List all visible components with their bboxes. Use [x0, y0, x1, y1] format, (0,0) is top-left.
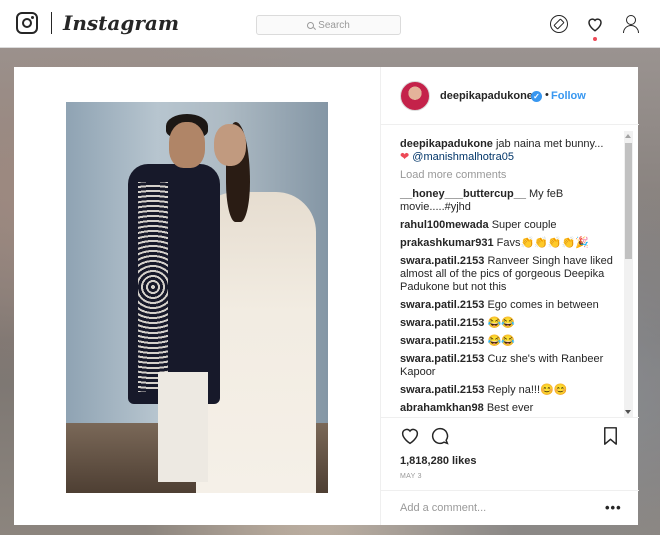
photo-woman-head: [214, 124, 246, 166]
like-heart-icon[interactable]: [400, 427, 420, 445]
more-options-icon[interactable]: •••: [605, 500, 622, 515]
header-separator: •: [545, 89, 549, 101]
comment-username[interactable]: swara.patil.2153: [400, 299, 484, 311]
comment-item: swara.patil.2153 Cuz she's with Ranbeer …: [400, 353, 622, 379]
comments-section[interactable]: deepikapadukone jab naina met bunny... ❤…: [381, 125, 639, 417]
comment-text: Super couple: [491, 219, 557, 231]
instagram-wordmark[interactable]: Instagram: [63, 10, 179, 36]
caption-mention[interactable]: @manishmalhotra05: [412, 151, 514, 163]
load-more-comments-button[interactable]: Load more comments: [400, 169, 622, 181]
add-comment-placeholder: Add a comment...: [400, 502, 487, 514]
search-placeholder: Search: [318, 19, 350, 31]
caption-username[interactable]: deepikapadukone: [400, 138, 493, 150]
post-author-username[interactable]: deepikapadukone: [440, 90, 533, 102]
post-modal: deepikapadukone ✓ • Follow deepikapaduko…: [14, 67, 639, 525]
comment-item: __honey___buttercup__ My feB movie.....#…: [400, 188, 622, 214]
photo-man-kurta: [158, 372, 208, 482]
comment-username[interactable]: abrahamkhan98: [400, 402, 484, 414]
caption-text: jab naina met bunny...: [495, 138, 604, 150]
activity-heart-icon[interactable]: [586, 15, 604, 33]
comments-scrollbar[interactable]: [624, 131, 633, 417]
bookmark-icon[interactable]: [602, 427, 619, 445]
add-comment-field[interactable]: Add a comment... •••: [381, 490, 639, 523]
photo-man-head: [169, 122, 205, 168]
comment-item: rahul100mewada Super couple: [400, 219, 622, 232]
logo-divider: [51, 12, 52, 34]
comment-username[interactable]: swara.patil.2153: [400, 335, 484, 347]
comment-text: 😂😂: [487, 317, 515, 329]
comment-item: prakashkumar931 Favs👏👏👏👏🎉: [400, 237, 622, 250]
comment-username[interactable]: swara.patil.2153: [400, 317, 484, 329]
instagram-logo-icon[interactable]: [16, 12, 38, 34]
comment-item: swara.patil.2153 😂😂: [400, 335, 622, 348]
scroll-up-arrow-icon[interactable]: [625, 134, 631, 138]
post-side-panel: deepikapadukone ✓ • Follow deepikapaduko…: [380, 67, 639, 525]
comment-text: Best ever: [486, 402, 534, 414]
follow-button[interactable]: Follow: [551, 90, 586, 102]
comment-item: swara.patil.2153 Reply na!!!😊😊: [400, 384, 622, 397]
post-actions: 1,818,280 likes MAY 3 Add a comment... •…: [381, 417, 639, 522]
comment-username[interactable]: __honey___buttercup__: [400, 188, 526, 200]
like-count[interactable]: 1,818,280 likes: [400, 455, 476, 467]
comment-item: abrahamkhan98 Best ever: [400, 402, 622, 415]
caption: deepikapadukone jab naina met bunny... ❤…: [400, 138, 622, 164]
comment-username[interactable]: rahul100mewada: [400, 219, 489, 231]
post-date: MAY 3: [400, 473, 422, 480]
verified-badge-icon: ✓: [531, 91, 542, 102]
comment-username[interactable]: swara.patil.2153: [400, 353, 484, 365]
top-navigation-bar: Instagram Search: [0, 0, 660, 48]
comment-list: deepikapadukone jab naina met bunny... ❤…: [400, 138, 622, 417]
comment-text: Favs👏👏👏👏🎉: [496, 237, 589, 249]
avatar[interactable]: [400, 81, 430, 111]
comment-item: swara.patil.2153 Ego comes in between: [400, 299, 622, 312]
comment-text: 😂😂: [487, 335, 515, 347]
comment-item: swara.patil.2153 😂😂: [400, 317, 622, 330]
caption-heart-icon: ❤: [400, 151, 410, 163]
comment-text: Reply na!!!😊😊: [487, 384, 568, 396]
scroll-down-arrow-icon[interactable]: [625, 410, 631, 414]
scrollbar-thumb[interactable]: [625, 143, 632, 259]
comment-item: swara.patil.2153 Ranveer Singh have like…: [400, 255, 622, 294]
comment-username[interactable]: prakashkumar931: [400, 237, 494, 249]
post-header: deepikapadukone ✓ • Follow: [381, 67, 639, 125]
profile-icon[interactable]: [622, 15, 640, 33]
compass-icon[interactable]: [550, 15, 568, 33]
search-input[interactable]: Search: [256, 15, 401, 35]
post-photo[interactable]: [66, 102, 328, 493]
comment-text: Ego comes in between: [487, 299, 599, 311]
search-icon: [307, 21, 315, 29]
comment-username[interactable]: swara.patil.2153: [400, 384, 484, 396]
photo-embroidery: [138, 182, 168, 392]
comment-username[interactable]: swara.patil.2153: [400, 255, 484, 267]
post-media: [14, 67, 380, 525]
comment-bubble-icon[interactable]: [430, 427, 450, 445]
notification-dot: [593, 37, 597, 41]
